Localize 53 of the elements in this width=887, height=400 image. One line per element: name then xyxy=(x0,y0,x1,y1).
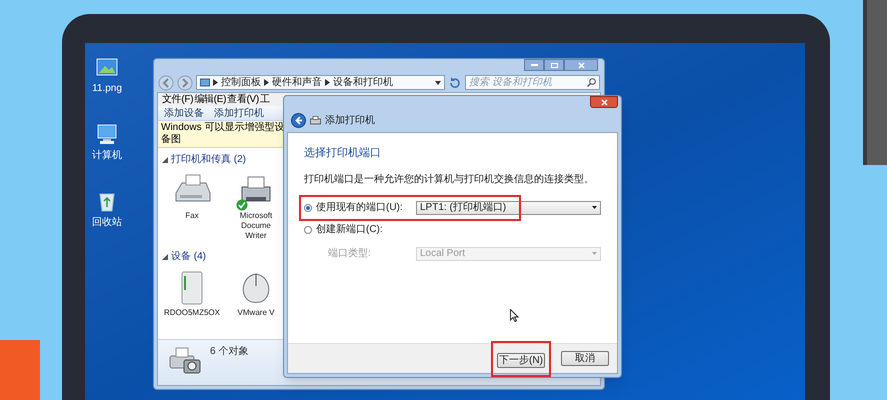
description: 打印机端口是一种允许您的计算机与打印机交换信息的连接类型。 xyxy=(304,172,595,186)
item-count: 6 个对象 xyxy=(210,344,248,359)
chevron-icon xyxy=(264,79,269,86)
computer-icon[interactable] xyxy=(95,122,119,146)
refresh-icon[interactable] xyxy=(448,76,462,90)
toolbar-button[interactable]: 添加打印机 xyxy=(214,106,264,120)
port-type-label: 端口类型: xyxy=(327,246,372,261)
group-header[interactable]: 打印机和传真 (2) xyxy=(162,152,286,167)
printer-icon xyxy=(310,116,321,126)
cancel-button[interactable]: 取消 xyxy=(561,351,609,366)
device-label[interactable]: VMware V xyxy=(238,308,274,318)
close-icon xyxy=(600,98,608,106)
dropdown-arrow-icon xyxy=(592,206,597,209)
desktop-icon-label[interactable]: 计算机 xyxy=(92,148,122,163)
minimize-button[interactable] xyxy=(524,59,544,71)
desktop-icon-label[interactable]: 11.png xyxy=(92,81,122,96)
breadcrumb-item[interactable]: 硬件和声音 xyxy=(272,75,322,90)
control-panel-icon xyxy=(200,78,210,87)
close-button[interactable] xyxy=(564,59,598,71)
port-option[interactable]: 创建新端口(C): xyxy=(304,222,416,237)
dialog-heading: 选择打印机端口 xyxy=(304,146,382,161)
next-button[interactable]: 下一步(N) xyxy=(497,353,545,368)
port-option[interactable]: 使用现有的端口(U): xyxy=(304,200,416,215)
toolbar-button[interactable]: 添加设备 xyxy=(164,106,204,120)
search-icon xyxy=(587,78,596,87)
chevron-icon xyxy=(325,79,330,86)
device-label[interactable]: Fax xyxy=(185,211,199,221)
back-icon[interactable] xyxy=(291,113,306,128)
dropdown-arrow-icon xyxy=(592,252,597,255)
menu-item[interactable]: 工 xyxy=(260,93,270,107)
group-header[interactable]: 设备 (4) xyxy=(162,249,286,264)
desktop-icon-label[interactable]: 回收站 xyxy=(92,215,122,230)
dialog-title: 添加打印机 xyxy=(325,114,375,128)
breadcrumb-item[interactable]: 设备和打印机 xyxy=(333,75,393,90)
maximize-button[interactable] xyxy=(544,59,564,71)
expand-triangle-icon[interactable] xyxy=(162,254,168,260)
corner-block xyxy=(0,340,40,400)
device-label[interactable]: RDOO5MZ5OX xyxy=(164,308,220,318)
dropdown-arrow-icon[interactable] xyxy=(435,80,441,84)
port-dropdown[interactable]: LPT1: (打印机端口) xyxy=(416,200,601,214)
breadcrumb-item[interactable]: 控制面板 xyxy=(221,75,261,90)
close-button[interactable] xyxy=(590,96,618,108)
device-label[interactable]: Microsoft Docume Writer xyxy=(240,211,272,241)
mouse-pointer-icon xyxy=(510,308,519,322)
menu-item[interactable]: 文件(F) xyxy=(162,93,194,107)
address-bar[interactable]: 控制面板 硬件和声音 设备和打印机 xyxy=(196,75,445,90)
radio-button[interactable] xyxy=(304,204,312,212)
menu-item[interactable]: 编辑(E) xyxy=(194,93,226,107)
close-icon xyxy=(578,62,584,68)
menu-item[interactable]: 查看(V) xyxy=(227,93,259,107)
expand-triangle-icon[interactable] xyxy=(162,156,168,162)
chevron-icon xyxy=(213,79,218,86)
radio-button[interactable] xyxy=(304,226,312,234)
